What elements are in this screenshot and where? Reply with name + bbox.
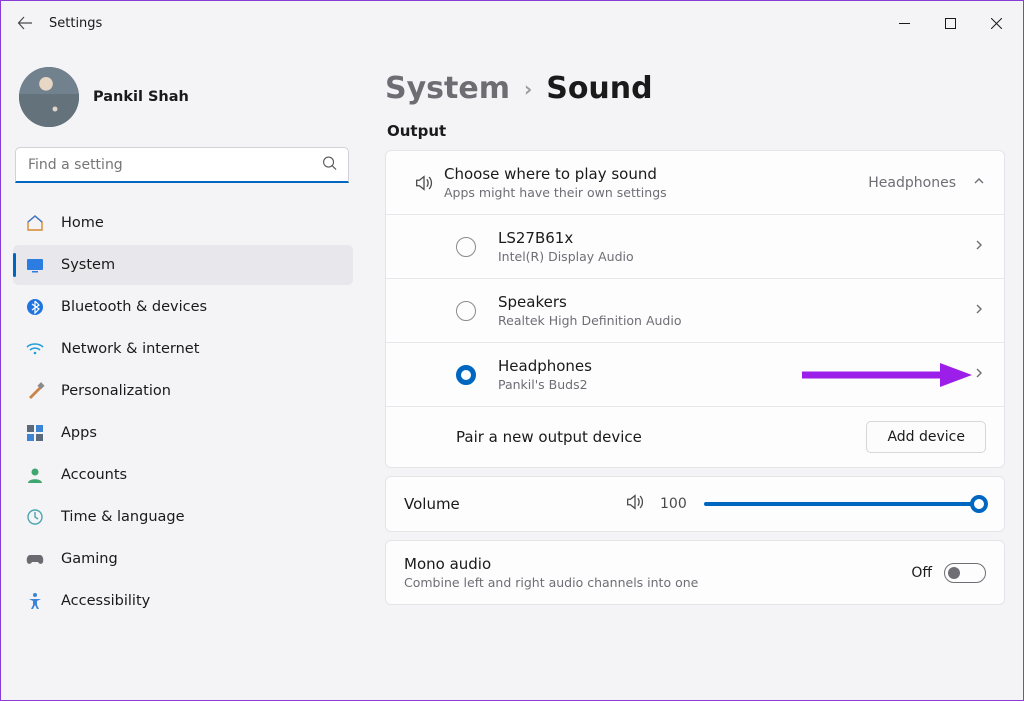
main-content: System › Sound Output Choose where to pl… [361,45,1023,700]
breadcrumb: System › Sound [385,71,1005,106]
device-detail: Intel(R) Display Audio [498,249,972,264]
radio-selected[interactable] [456,365,476,385]
radio-unselected[interactable] [456,301,476,321]
close-button[interactable] [973,7,1019,39]
nav-apps[interactable]: Apps [13,413,353,453]
nav-bluetooth[interactable]: Bluetooth & devices [13,287,353,327]
window-title: Settings [49,16,102,31]
accessibility-icon [25,591,45,611]
titlebar: Settings [1,1,1023,45]
add-device-button[interactable]: Add device [866,421,986,453]
nav-label: Bluetooth & devices [61,299,207,315]
apps-icon [25,423,45,443]
pair-label: Pair a new output device [456,428,866,446]
back-button[interactable] [5,15,45,31]
person-icon [25,465,45,485]
sidebar: Pankil Shah Home System [1,45,361,700]
choose-subtitle: Apps might have their own settings [444,185,868,200]
volume-row: Volume 100 [386,477,1004,531]
nav-label: Gaming [61,551,118,567]
nav-system[interactable]: System [13,245,353,285]
nav-accounts[interactable]: Accounts [13,455,353,495]
current-output-value: Headphones [868,175,956,191]
profile-name: Pankil Shah [93,89,189,105]
minimize-button[interactable] [881,7,927,39]
chevron-right-icon: › [524,77,532,101]
maximize-button[interactable] [927,7,973,39]
nav-accessibility[interactable]: Accessibility [13,581,353,621]
breadcrumb-parent[interactable]: System [385,71,510,106]
nav-label: Accessibility [61,593,150,609]
wifi-icon [25,339,45,359]
mono-toggle[interactable] [944,563,986,583]
profile[interactable]: Pankil Shah [13,57,353,141]
section-output-label: Output [387,122,1005,140]
system-icon [25,255,45,275]
nav-personalization[interactable]: Personalization [13,371,353,411]
speaker-icon [404,172,444,194]
nav-network[interactable]: Network & internet [13,329,353,369]
slider-thumb[interactable] [970,495,988,513]
mono-row: Mono audio Combine left and right audio … [386,541,1004,604]
nav-label: Home [61,215,104,231]
nav-label: System [61,257,115,273]
choose-output-row[interactable]: Choose where to play sound Apps might ha… [386,151,1004,214]
device-name: Headphones [498,357,972,375]
choose-title: Choose where to play sound [444,165,868,183]
output-device-row[interactable]: Speakers Realtek High Definition Audio [386,278,1004,342]
nav-label: Time & language [61,509,185,525]
avatar [19,67,79,127]
search-input[interactable] [15,147,349,183]
nav-label: Accounts [61,467,127,483]
chevron-right-icon[interactable] [972,237,986,256]
volume-label: Volume [404,495,624,513]
radio-unselected[interactable] [456,237,476,257]
nav-gaming[interactable]: Gaming [13,539,353,579]
volume-value: 100 [660,496,690,512]
device-detail: Pankil's Buds2 [498,377,972,392]
chevron-right-icon[interactable] [972,301,986,320]
mono-card: Mono audio Combine left and right audio … [385,540,1005,605]
device-name: LS27B61x [498,229,972,247]
pair-device-row: Pair a new output device Add device [386,406,1004,467]
nav-time-language[interactable]: Time & language [13,497,353,537]
nav: Home System Bluetooth & devices Network … [13,203,353,621]
brush-icon [25,381,45,401]
output-card: Choose where to play sound Apps might ha… [385,150,1005,468]
home-icon [25,213,45,233]
toggle-state-label: Off [911,565,932,581]
chevron-right-icon[interactable] [972,365,986,384]
output-device-row[interactable]: Headphones Pankil's Buds2 [386,342,1004,406]
device-detail: Realtek High Definition Audio [498,313,972,328]
nav-label: Apps [61,425,97,441]
nav-label: Personalization [61,383,171,399]
nav-label: Network & internet [61,341,199,357]
volume-card: Volume 100 [385,476,1005,532]
nav-home[interactable]: Home [13,203,353,243]
clock-globe-icon [25,507,45,527]
chevron-up-icon [972,173,986,192]
search-icon [322,156,337,175]
gamepad-icon [25,549,45,569]
mono-title: Mono audio [404,555,911,573]
bluetooth-icon [25,297,45,317]
device-name: Speakers [498,293,972,311]
breadcrumb-current: Sound [546,71,652,106]
output-device-row[interactable]: LS27B61x Intel(R) Display Audio [386,214,1004,278]
mono-subtitle: Combine left and right audio channels in… [404,575,911,590]
volume-icon[interactable] [624,491,646,517]
volume-slider[interactable] [704,502,986,506]
